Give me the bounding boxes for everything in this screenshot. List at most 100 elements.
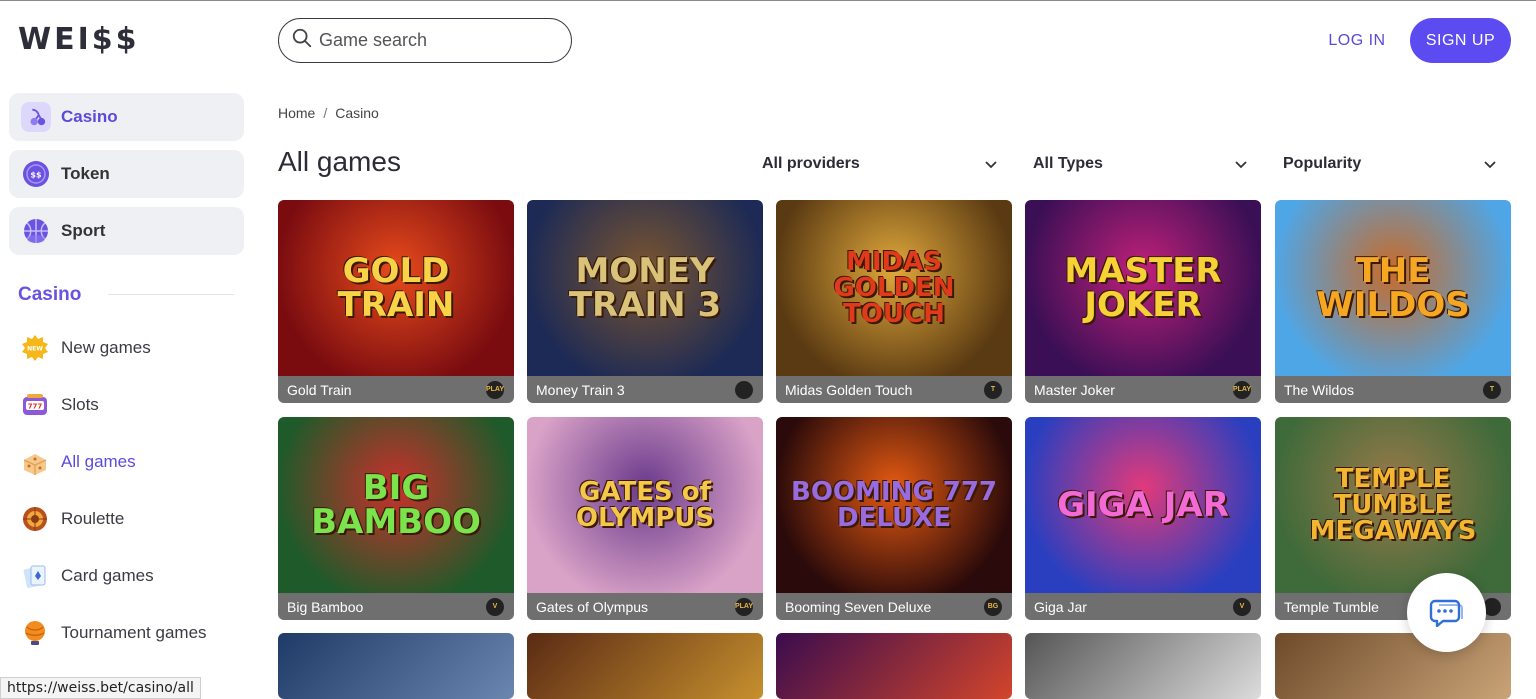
sidebar-item-all-games[interactable]: All games: [20, 445, 136, 479]
breadcrumb-current: Casino: [335, 105, 379, 121]
game-search[interactable]: [278, 18, 572, 63]
game-thumbnail: [278, 633, 514, 699]
provider-logo-icon: PLAY: [1233, 380, 1251, 399]
game-card[interactable]: GATES of OLYMPUS Gates of Olympus PLAY: [527, 417, 763, 620]
game-card[interactable]: GOLD TRAIN Gold Train PLAY: [278, 200, 514, 403]
game-art-title: MASTER JOKER: [1064, 251, 1222, 325]
sidebar-tile-token[interactable]: $$ Token: [9, 150, 244, 198]
search-input[interactable]: [319, 30, 559, 51]
game-card[interactable]: BOOMING 777 DELUXE Booming Seven Deluxe BG: [776, 417, 1012, 620]
basketball-icon: [21, 216, 51, 246]
game-thumbnail: BOOMING 777 DELUXE: [776, 417, 1012, 593]
signup-button[interactable]: SIGN UP: [1410, 18, 1511, 63]
game-card-footer: Midas Golden Touch T: [776, 376, 1012, 403]
types-filter-dropdown[interactable]: All Types: [1033, 150, 1248, 178]
page-title: All games: [278, 146, 401, 177]
sidebar-item-slots[interactable]: 777 Slots: [20, 388, 99, 422]
game-art-title: MONEY TRAIN 3: [568, 251, 722, 325]
game-thumbnail: MIDAS GOLDEN TOUCH: [776, 200, 1012, 376]
game-thumbnail: GATES of OLYMPUS: [527, 417, 763, 593]
provider-logo-icon: PLAY: [735, 597, 753, 616]
login-button[interactable]: LOG IN: [1316, 28, 1398, 54]
provider-logo-icon: PLAY: [486, 380, 504, 399]
game-thumbnail: [776, 633, 1012, 699]
game-card[interactable]: [1275, 633, 1511, 699]
sidebar-item-roulette[interactable]: Roulette: [20, 502, 124, 536]
game-name: Gates of Olympus: [536, 598, 649, 615]
sidebar-item-label: All games: [61, 452, 136, 471]
game-thumbnail: [527, 633, 763, 699]
game-card-footer: Gold Train PLAY: [278, 376, 514, 403]
game-art-title: GIGA JAR: [1057, 485, 1229, 525]
game-name: Master Joker: [1034, 381, 1115, 398]
sidebar-tile-label: Sport: [61, 221, 106, 240]
new-badge-icon: NEW: [20, 333, 50, 363]
game-card-footer: The Wildos T: [1275, 376, 1511, 403]
game-thumbnail: MONEY TRAIN 3: [527, 200, 763, 376]
game-card-footer: Master Joker PLAY: [1025, 376, 1261, 403]
provider-logo-icon: BG: [984, 597, 1002, 616]
game-name: Midas Golden Touch: [785, 381, 913, 398]
game-card[interactable]: [527, 633, 763, 699]
sidebar-item-label: Tournament games: [61, 623, 207, 642]
game-card-footer: Booming Seven Deluxe BG: [776, 593, 1012, 620]
sidebar-item-label: Slots: [61, 395, 99, 414]
types-filter-value: All Types: [1033, 155, 1103, 172]
game-name: The Wildos: [1284, 381, 1355, 398]
chat-support-button[interactable]: [1407, 573, 1486, 652]
game-card[interactable]: [776, 633, 1012, 699]
game-card-footer: Gates of Olympus PLAY: [527, 593, 763, 620]
chevron-down-icon: [1484, 161, 1496, 169]
game-card[interactable]: BIG BAMBOO Big Bamboo V: [278, 417, 514, 620]
sort-dropdown[interactable]: Popularity: [1283, 150, 1497, 178]
game-art-title: THE WILDOS: [1316, 251, 1470, 325]
token-coin-icon: $$: [21, 159, 51, 189]
game-thumbnail: MASTER JOKER: [1025, 200, 1261, 376]
game-card-footer: Big Bamboo V: [278, 593, 514, 620]
trophy-icon: [20, 618, 50, 648]
sidebar-item-new-games[interactable]: NEW New games: [20, 331, 151, 365]
sidebar-tile-casino[interactable]: Casino: [9, 93, 244, 141]
roulette-icon: [20, 504, 50, 534]
game-thumbnail: GOLD TRAIN: [278, 200, 514, 376]
game-thumbnail: GIGA JAR: [1025, 417, 1261, 593]
breadcrumb-home-link[interactable]: Home: [278, 105, 315, 121]
game-card[interactable]: MASTER JOKER Master Joker PLAY: [1025, 200, 1261, 403]
breadcrumb-separator: /: [323, 105, 328, 121]
game-thumbnail: TEMPLE TUMBLE MEGAWAYS: [1275, 417, 1511, 593]
game-thumbnail: [1025, 633, 1261, 699]
chevron-down-icon: [985, 161, 997, 169]
weiss-logo[interactable]: WEI$$: [18, 22, 140, 57]
provider-logo-icon: V: [486, 597, 504, 616]
sidebar-tile-sport[interactable]: Sport: [9, 207, 244, 255]
game-card[interactable]: MONEY TRAIN 3 Money Train 3: [527, 200, 763, 403]
game-card[interactable]: MIDAS GOLDEN TOUCH Midas Golden Touch T: [776, 200, 1012, 403]
sidebar-item-card-games[interactable]: Card games: [20, 559, 154, 593]
game-art-title: BOOMING 777 DELUXE: [791, 477, 997, 533]
game-thumbnail: [1275, 633, 1511, 699]
provider-logo-icon: T: [1483, 380, 1501, 399]
game-card[interactable]: [278, 633, 514, 699]
game-card-footer: Giga Jar V: [1025, 593, 1261, 620]
game-thumbnail: THE WILDOS: [1275, 200, 1511, 376]
sidebar-section-title: Casino: [18, 284, 82, 305]
game-name: Giga Jar: [1034, 598, 1087, 615]
game-art-title: GATES of OLYMPUS: [575, 477, 715, 533]
providers-filter-value: All providers: [762, 155, 860, 172]
game-card[interactable]: THE WILDOS The Wildos T: [1275, 200, 1511, 403]
playing-cards-icon: [20, 561, 50, 591]
providers-filter-dropdown[interactable]: All providers: [762, 150, 998, 178]
sidebar-item-tournament-games[interactable]: Tournament games: [20, 616, 207, 650]
game-card[interactable]: GIGA JAR Giga Jar V: [1025, 417, 1261, 620]
provider-logo-icon: T: [984, 380, 1002, 399]
game-name: Money Train 3: [536, 381, 625, 398]
game-art-title: MIDAS GOLDEN TOUCH: [833, 247, 955, 329]
game-name: Gold Train: [287, 381, 352, 398]
game-name: Booming Seven Deluxe: [785, 598, 932, 615]
game-thumbnail: BIG BAMBOO: [278, 417, 514, 593]
section-divider: [108, 294, 234, 295]
game-card[interactable]: [1025, 633, 1261, 699]
game-art-title: BIG BAMBOO: [311, 468, 481, 542]
status-url: https://weiss.bet/casino/all: [0, 677, 201, 699]
slot-machine-icon: 777: [20, 390, 50, 420]
